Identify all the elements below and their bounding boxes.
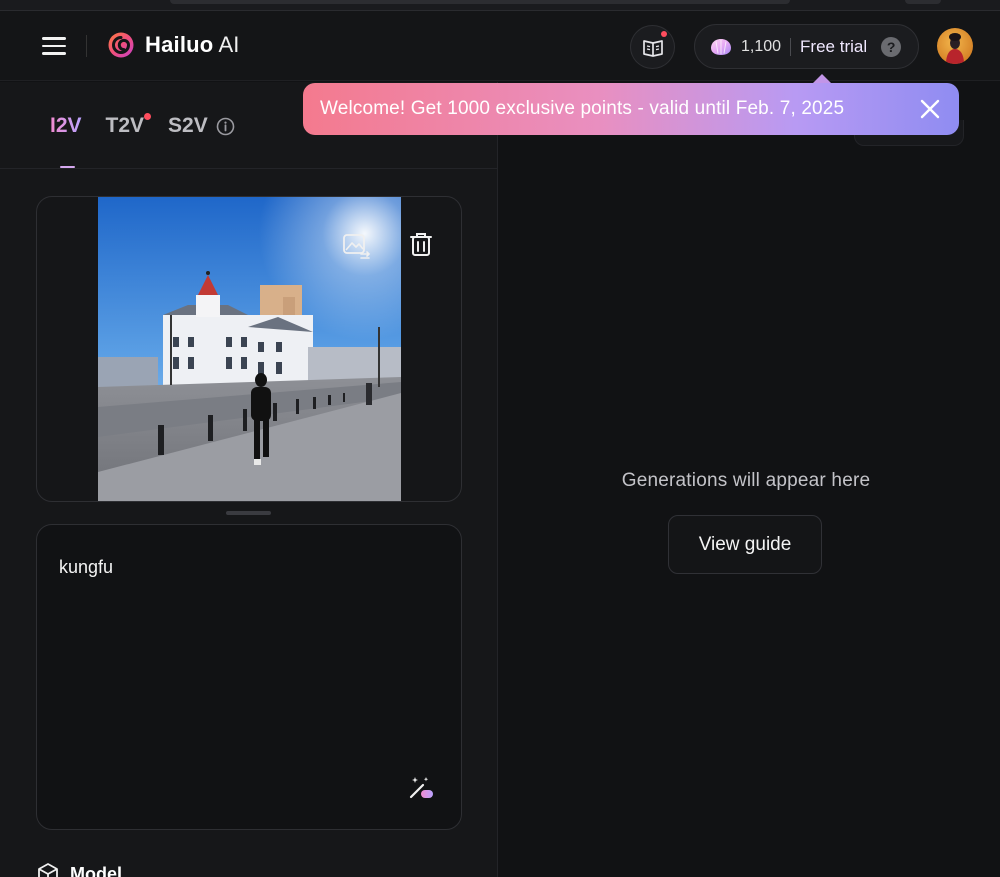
- creation-panel: I2V T2V S2V kungfu Model: [0, 82, 498, 877]
- close-icon[interactable]: [919, 98, 941, 120]
- welcome-toast: Welcome! Get 1000 exclusive points - val…: [303, 83, 959, 135]
- replace-image-icon[interactable]: [341, 231, 371, 261]
- trash-icon[interactable]: [407, 231, 435, 259]
- generations-panel: Generations will appear here View guide: [451, 82, 1000, 877]
- points-value: 1,100: [741, 37, 782, 55]
- notification-dot: [661, 31, 667, 37]
- cube-icon: [38, 863, 58, 877]
- book-icon: [642, 40, 663, 57]
- browser-address-bar: [170, 0, 790, 4]
- guide-book-button[interactable]: [630, 25, 675, 69]
- toast-message: Welcome! Get 1000 exclusive points - val…: [320, 98, 845, 119]
- model-label: Model: [70, 863, 122, 877]
- brand-name: Hailuo AI: [145, 32, 240, 57]
- browser-control: [905, 0, 941, 4]
- shell-gem-icon: [711, 38, 731, 55]
- panel-resize-handle[interactable]: [226, 511, 271, 515]
- new-badge-dot: [144, 113, 152, 120]
- prompt-input[interactable]: kungfu: [59, 557, 439, 757]
- help-icon[interactable]: ?: [881, 36, 902, 57]
- hailuo-logo-icon: [108, 32, 134, 58]
- header-divider: [86, 35, 87, 57]
- tab-i2v[interactable]: I2V: [50, 114, 82, 138]
- info-icon[interactable]: [216, 117, 235, 136]
- plan-label: Free trial: [800, 36, 868, 56]
- brand-logo[interactable]: Hailuo AI: [107, 31, 240, 59]
- empty-state-text: Generations will appear here: [621, 470, 871, 491]
- model-section[interactable]: Model: [36, 862, 122, 877]
- browser-top-strip: [0, 0, 1000, 11]
- tab-t2v[interactable]: T2V: [105, 113, 152, 138]
- top-header: Hailuo AI 1,100 Free trial ?: [0, 11, 1000, 81]
- prompt-card: kungfu: [36, 524, 462, 830]
- tab-t2v-label: T2V: [105, 114, 145, 137]
- image-upload-card[interactable]: [36, 196, 462, 502]
- tab-s2v[interactable]: S2V: [168, 114, 208, 138]
- hamburger-menu-icon[interactable]: [42, 37, 66, 57]
- view-guide-button[interactable]: View guide: [668, 515, 822, 574]
- mode-tabs: I2V T2V S2V: [50, 113, 235, 138]
- magic-wand-icon[interactable]: [407, 773, 435, 801]
- points-balance-pill[interactable]: 1,100 Free trial ?: [694, 24, 919, 69]
- user-avatar[interactable]: [937, 28, 973, 64]
- tabs-divider: [0, 168, 497, 169]
- avatar-figure: [946, 33, 964, 64]
- pill-divider: [790, 37, 792, 56]
